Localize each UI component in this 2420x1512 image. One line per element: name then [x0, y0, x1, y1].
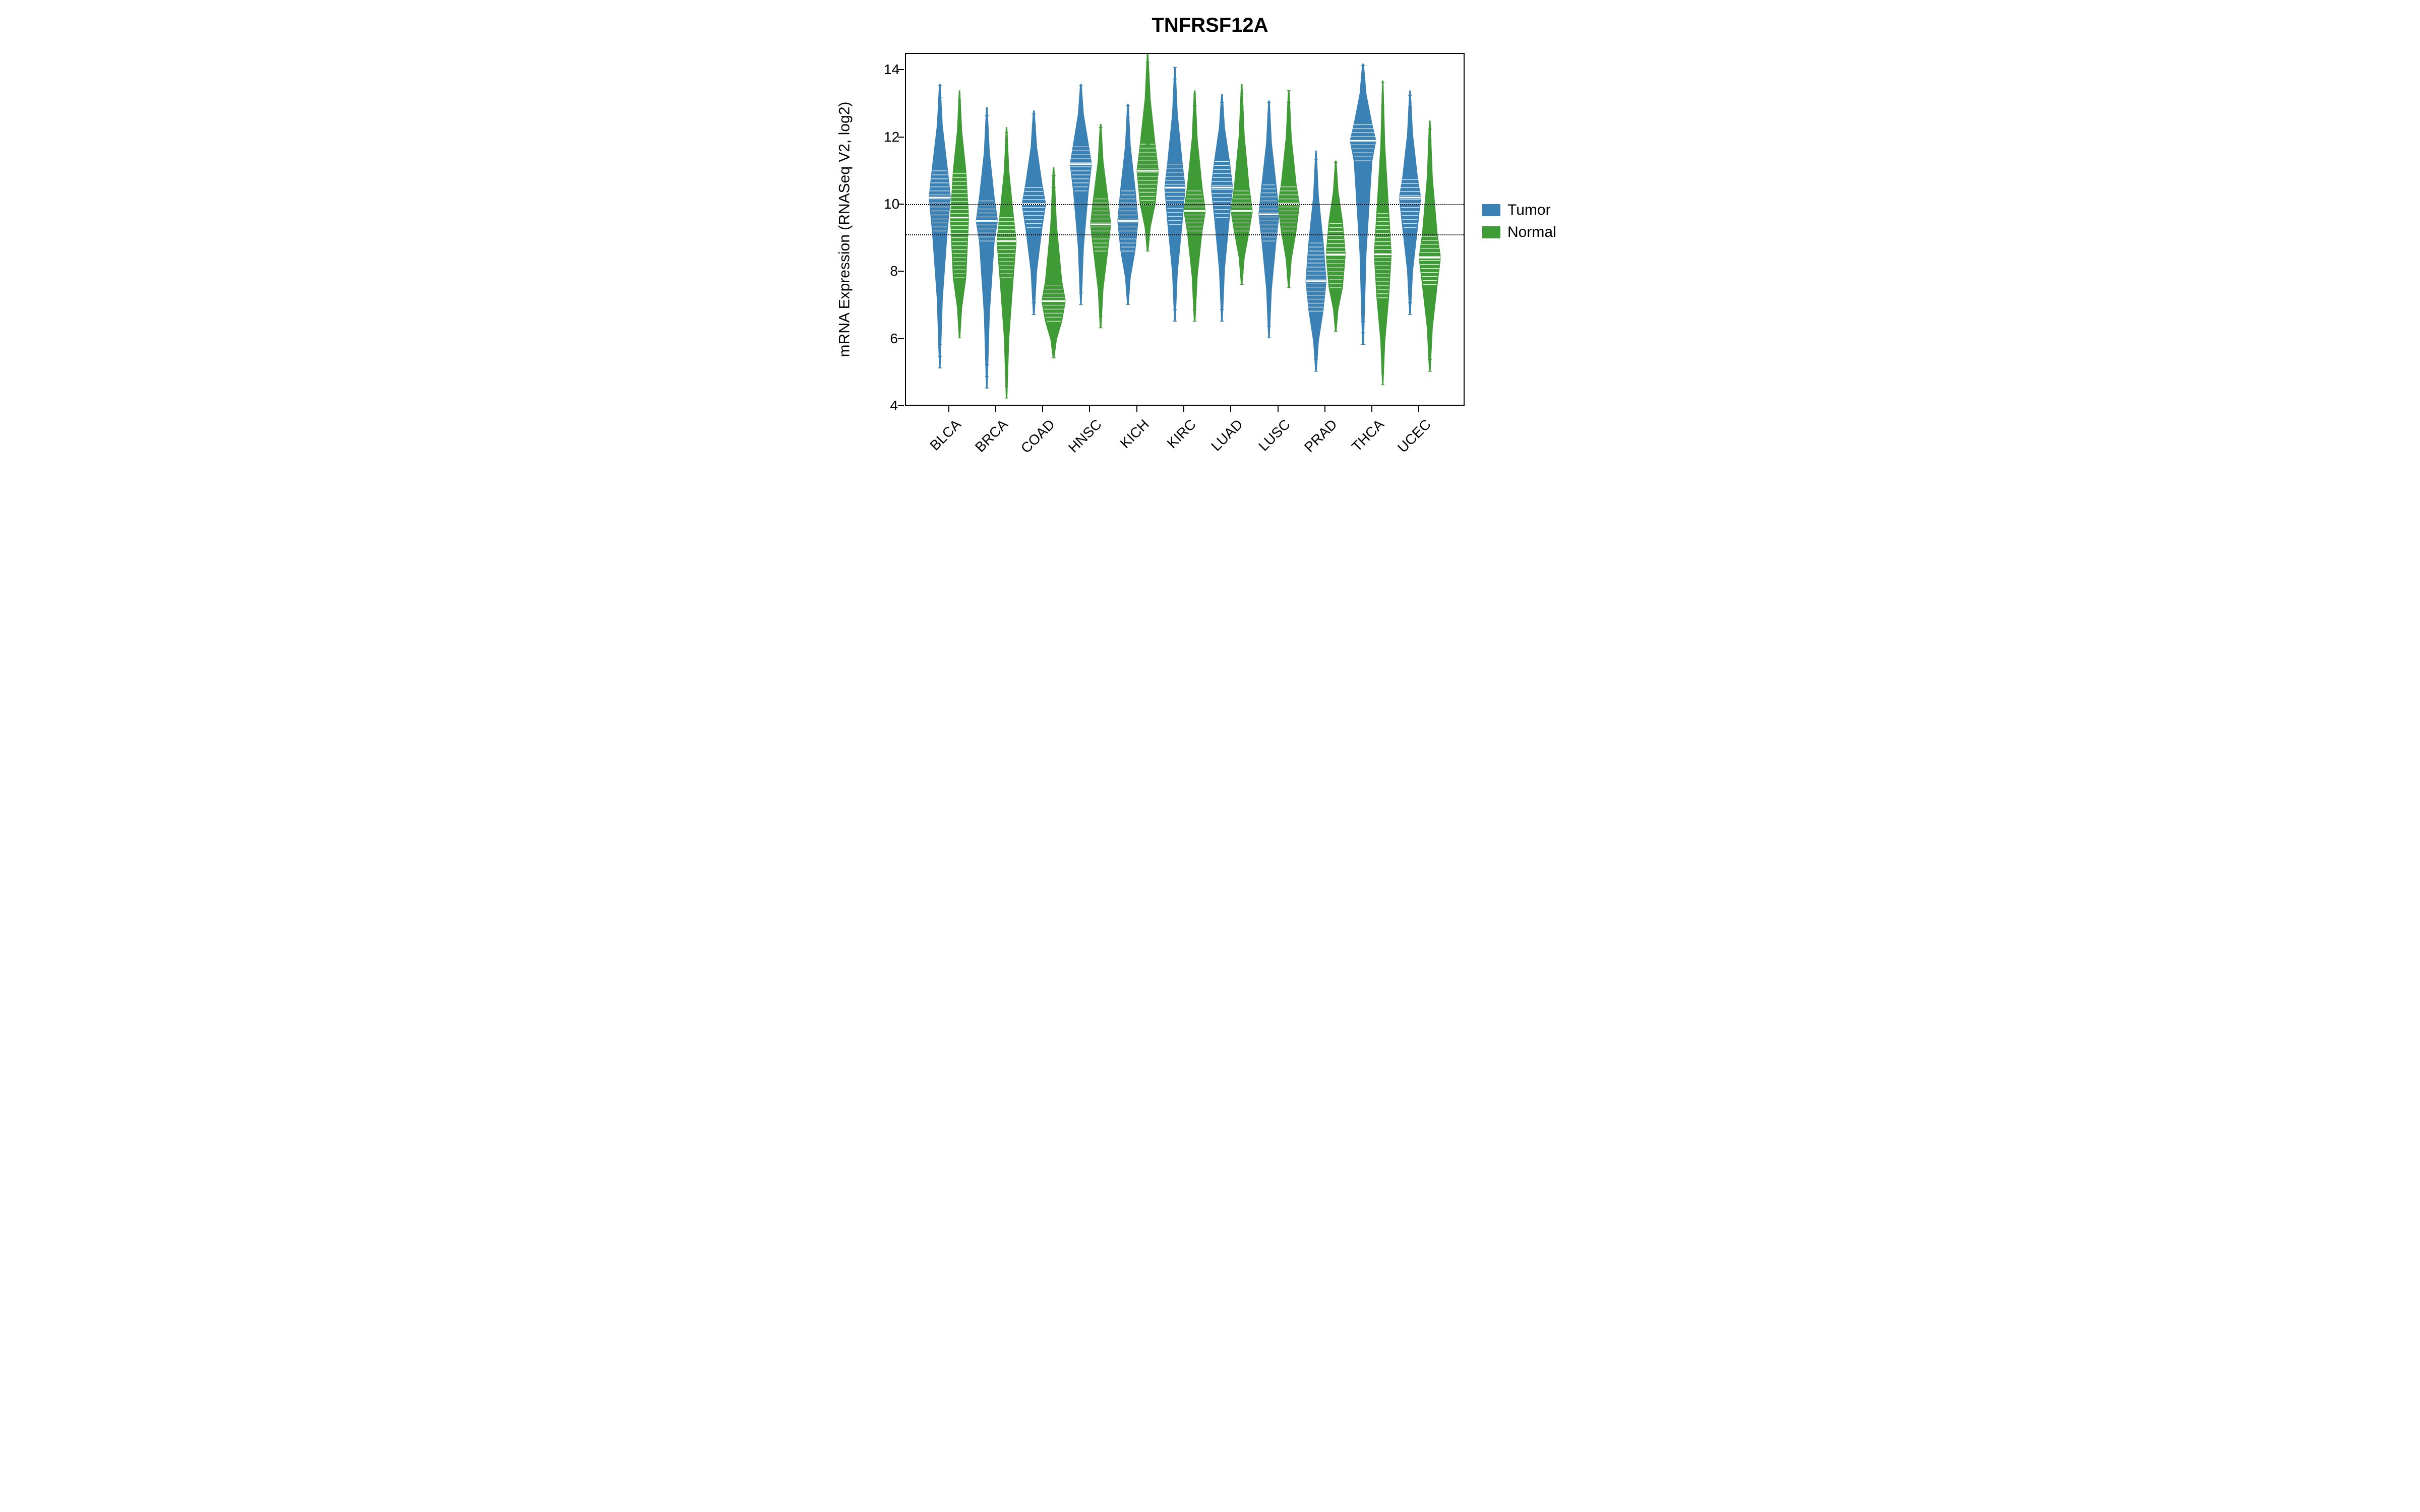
- reference-line: [906, 204, 1464, 205]
- violin-normal: [1326, 161, 1346, 331]
- violin-tumor: [1306, 151, 1326, 371]
- violin-normal: [1278, 91, 1300, 288]
- y-tick-label: 14: [884, 61, 898, 78]
- legend-swatch-normal: [1482, 226, 1500, 238]
- x-axis-labels: BLCABRCACOADHNSCKICHKIRCLUADLUSCPRADTHCA…: [905, 413, 1465, 474]
- y-tick-label: 10: [884, 196, 898, 212]
- violin-normal: [1042, 167, 1065, 358]
- violin-normal: [1231, 84, 1252, 285]
- violin-plots: [906, 54, 1464, 405]
- x-tick-label: COAD: [1004, 416, 1058, 470]
- chart-title: TNFRSF12A: [827, 14, 1593, 37]
- legend-label: Normal: [1507, 224, 1556, 241]
- y-tick-label: 8: [884, 263, 898, 279]
- violin-normal: [1184, 91, 1205, 321]
- legend-swatch-tumor: [1482, 204, 1500, 216]
- violin-normal: [1137, 54, 1159, 251]
- violin-normal: [950, 91, 969, 338]
- violin-tumor: [1259, 101, 1280, 338]
- legend-item-tumor: Tumor: [1482, 202, 1556, 219]
- violin-normal: [997, 128, 1016, 398]
- violin-tumor: [1165, 68, 1185, 322]
- y-tick-label: 6: [884, 331, 898, 347]
- violin-tumor: [929, 84, 951, 368]
- x-tick-label: HNSC: [1051, 416, 1105, 470]
- x-tick-label: PRAD: [1286, 416, 1340, 470]
- x-tick-label: KICH: [1098, 416, 1152, 470]
- x-tick-label: LUSC: [1239, 416, 1293, 470]
- x-tick-label: LUAD: [1192, 416, 1246, 470]
- y-tick-label: 4: [884, 398, 898, 414]
- x-tick-label: THCA: [1333, 416, 1387, 470]
- violin-tumor: [1070, 84, 1092, 304]
- x-tick-label: BRCA: [957, 416, 1011, 470]
- reference-line: [906, 234, 1464, 235]
- violin-tumor: [1022, 111, 1046, 314]
- legend: Tumor Normal: [1482, 197, 1556, 246]
- x-tick-label: UCEC: [1380, 416, 1434, 470]
- plot-area: [905, 53, 1465, 406]
- violin-normal: [1374, 81, 1392, 385]
- y-axis-label: mRNA Expression (RNASeq V2, log2): [834, 53, 855, 406]
- chart-container: TNFRSF12A mRNA Expression (RNASeq V2, lo…: [827, 0, 1593, 479]
- x-tick-label: BLCA: [910, 416, 964, 470]
- violin-normal: [1419, 121, 1441, 371]
- violin-tumor: [1399, 91, 1421, 314]
- violin-tumor: [1211, 94, 1233, 322]
- violin-normal: [1091, 124, 1111, 328]
- legend-label: Tumor: [1507, 202, 1551, 219]
- y-tick-label: 12: [884, 129, 898, 145]
- x-tick-label: KIRC: [1145, 416, 1199, 470]
- legend-item-normal: Normal: [1482, 224, 1556, 241]
